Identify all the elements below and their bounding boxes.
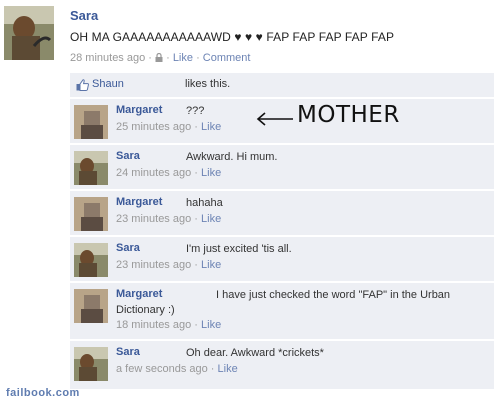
likes-row: Shaun likes this. bbox=[70, 73, 494, 98]
comment-like-link[interactable]: Like bbox=[201, 121, 221, 133]
comment-meta: 18 minutes ago · Like bbox=[116, 319, 221, 331]
watermark: failbook.com bbox=[6, 387, 80, 399]
sara-avatar[interactable] bbox=[74, 151, 108, 185]
post-author[interactable]: Sara bbox=[70, 8, 98, 23]
comment-like-link[interactable]: Like bbox=[201, 259, 221, 271]
margaret-avatar[interactable] bbox=[74, 197, 108, 231]
separator: · bbox=[194, 213, 198, 225]
comment-author[interactable]: Margaret bbox=[116, 104, 162, 116]
margaret-avatar[interactable] bbox=[74, 105, 108, 139]
comment-link[interactable]: Comment bbox=[203, 52, 251, 64]
separator: · bbox=[194, 121, 198, 133]
comment-item: Sara Oh dear. Awkward *crickets* a few s… bbox=[70, 339, 494, 391]
mother-annotation: MOTHER bbox=[255, 100, 405, 136]
comment-like-link[interactable]: Like bbox=[218, 363, 238, 375]
comment-item: Sara I'm just excited 'tis all. 23 minut… bbox=[70, 235, 494, 283]
comment-author[interactable]: Margaret bbox=[116, 196, 162, 208]
lock-icon[interactable] bbox=[155, 52, 163, 62]
comment-item: Margaret hahaha 23 minutes ago · Like bbox=[70, 189, 494, 237]
comment-text: hahaha bbox=[186, 197, 223, 209]
arrow-left-icon bbox=[256, 112, 293, 126]
comments-panel: Shaun likes this. Margaret ??? 25 minute… bbox=[70, 73, 494, 391]
comment-text: Oh dear. Awkward *crickets* bbox=[186, 347, 324, 359]
separator: · bbox=[194, 167, 198, 179]
sara-avatar[interactable] bbox=[74, 347, 108, 381]
comment-time[interactable]: 23 minutes ago bbox=[116, 259, 191, 271]
separator: · bbox=[196, 52, 200, 64]
comment-meta: a few seconds ago · Like bbox=[116, 363, 238, 375]
comment-meta: 23 minutes ago · Like bbox=[116, 259, 221, 271]
like-link[interactable]: Like bbox=[173, 52, 193, 64]
liker-name[interactable]: Shaun bbox=[92, 78, 124, 90]
comment-text: I have just checked the word "FAP" in th… bbox=[116, 289, 451, 316]
separator: · bbox=[148, 52, 152, 64]
separator: · bbox=[194, 319, 198, 331]
post-meta: 28 minutes ago · · Like · Comment bbox=[70, 52, 250, 64]
comment-meta: 24 minutes ago · Like bbox=[116, 167, 221, 179]
comment-author[interactable]: Sara bbox=[116, 346, 140, 358]
comment-meta: 25 minutes ago · Like bbox=[116, 121, 221, 133]
comment-time[interactable]: a few seconds ago bbox=[116, 363, 208, 375]
status-post: Sara OH MA GAAAAAAAAAAAWD ♥ ♥ ♥ FAP FAP … bbox=[4, 6, 494, 70]
separator: · bbox=[194, 259, 198, 271]
comment-time[interactable]: 24 minutes ago bbox=[116, 167, 191, 179]
margaret-avatar[interactable] bbox=[74, 289, 108, 323]
comment-like-link[interactable]: Like bbox=[201, 213, 221, 225]
separator: · bbox=[166, 52, 170, 64]
comment-text: I'm just excited 'tis all. bbox=[186, 243, 292, 255]
thumbs-up-icon bbox=[76, 79, 89, 91]
comment-item: Margaret I have just checked the word "F… bbox=[70, 281, 494, 341]
annotation-text: MOTHER bbox=[297, 102, 400, 128]
comment-author[interactable]: Sara bbox=[116, 242, 140, 254]
comment-like-link[interactable]: Like bbox=[201, 167, 221, 179]
comment-time[interactable]: 23 minutes ago bbox=[116, 213, 191, 225]
comment-time[interactable]: 18 minutes ago bbox=[116, 319, 191, 331]
post-time[interactable]: 28 minutes ago bbox=[70, 52, 145, 64]
sara-avatar[interactable] bbox=[74, 243, 108, 277]
separator: · bbox=[210, 363, 215, 375]
comment-item: Sara Awkward. Hi mum. 24 minutes ago · L… bbox=[70, 143, 494, 191]
comment-meta: 23 minutes ago · Like bbox=[116, 213, 221, 225]
status-text: OH MA GAAAAAAAAAAAWD ♥ ♥ ♥ FAP FAP FAP F… bbox=[70, 30, 395, 44]
comment-time[interactable]: 25 minutes ago bbox=[116, 121, 191, 133]
sara-avatar[interactable] bbox=[4, 6, 54, 60]
comment-text: Awkward. Hi mum. bbox=[186, 151, 278, 163]
comment-like-link[interactable]: Like bbox=[201, 319, 221, 331]
comment-author[interactable]: Sara bbox=[116, 150, 140, 162]
comment-item: Margaret ??? 25 minutes ago · Like MOTHE… bbox=[70, 97, 494, 145]
likes-text: likes this. bbox=[185, 78, 231, 90]
